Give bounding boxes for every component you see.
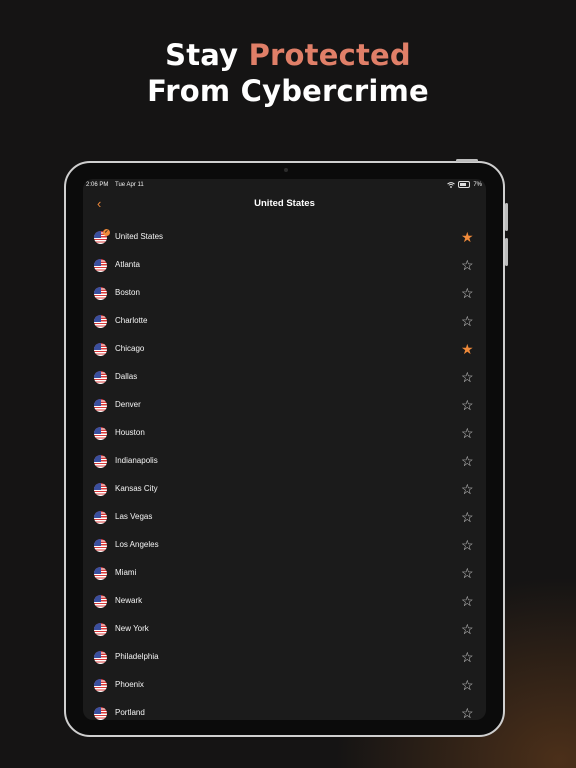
tablet-top-button [456, 159, 478, 162]
star-filled-icon[interactable]: ★ [461, 229, 474, 245]
star-outline-icon[interactable]: ☆ [461, 677, 474, 693]
status-date: Tue Apr 11 [115, 182, 144, 188]
location-name: Chicago [115, 344, 145, 353]
location-name: New York [115, 624, 149, 633]
location-row[interactable]: New York ☆ [83, 615, 486, 643]
location-row[interactable]: Atlanta ☆ [83, 251, 486, 279]
headline-text: Stay [165, 38, 249, 72]
page-title: United States [254, 198, 315, 209]
tablet-volume-down-button [505, 238, 508, 266]
star-outline-icon[interactable]: ☆ [461, 537, 474, 553]
app-screen: 2:06 PM Tue Apr 11 7% ‹ United States ✓ U… [83, 179, 486, 720]
location-name: Philadelphia [115, 652, 159, 661]
location-row[interactable]: Philadelphia ☆ [83, 643, 486, 671]
location-row[interactable]: Newark ☆ [83, 587, 486, 615]
location-name: United States [115, 232, 164, 241]
location-name: Los Angeles [115, 540, 159, 549]
location-row[interactable]: Charlotte ☆ [83, 307, 486, 335]
location-name: Newark [115, 596, 143, 605]
star-outline-icon[interactable]: ☆ [461, 593, 474, 609]
us-flag-icon [94, 595, 107, 608]
star-outline-icon[interactable]: ☆ [461, 705, 474, 720]
location-name: Portland [115, 708, 145, 717]
location-row[interactable]: Phoenix ☆ [83, 671, 486, 699]
star-outline-icon[interactable]: ☆ [461, 649, 474, 665]
status-right: 7% [447, 181, 482, 188]
us-flag-icon [94, 511, 107, 524]
location-row[interactable]: Denver ☆ [83, 391, 486, 419]
us-flag-icon [94, 539, 107, 552]
star-outline-icon[interactable]: ☆ [461, 285, 474, 301]
location-row[interactable]: Chicago ★ [83, 335, 486, 363]
location-name: Atlanta [115, 260, 140, 269]
us-flag-icon [94, 623, 107, 636]
wifi-icon [447, 181, 456, 188]
star-outline-icon[interactable]: ☆ [461, 369, 474, 385]
location-row[interactable]: ✓ United States ★ [83, 223, 486, 251]
navigation-bar: ‹ United States [83, 193, 486, 215]
us-flag-icon [94, 371, 107, 384]
battery-icon [458, 181, 471, 188]
us-flag-icon [94, 651, 107, 664]
camera-icon [284, 168, 288, 172]
us-flag-icon [94, 287, 107, 300]
headline-line-1: Stay Protected [0, 36, 576, 74]
star-outline-icon[interactable]: ☆ [461, 425, 474, 441]
connected-check-icon: ✓ [103, 229, 110, 236]
location-row[interactable]: Kansas City ☆ [83, 475, 486, 503]
us-flag-icon [94, 427, 107, 440]
star-outline-icon[interactable]: ☆ [461, 621, 474, 637]
location-row[interactable]: Indianapolis ☆ [83, 447, 486, 475]
us-flag-icon [94, 679, 107, 692]
location-row[interactable]: Los Angeles ☆ [83, 531, 486, 559]
battery-percent: 7% [473, 181, 482, 188]
location-row[interactable]: Miami ☆ [83, 559, 486, 587]
headline-accent-text: Protected [248, 38, 411, 72]
location-row[interactable]: Houston ☆ [83, 419, 486, 447]
location-row[interactable]: Dallas ☆ [83, 363, 486, 391]
star-outline-icon[interactable]: ☆ [461, 481, 474, 497]
us-flag-icon [94, 707, 107, 720]
star-outline-icon[interactable]: ☆ [461, 565, 474, 581]
status-time: 2:06 PM [86, 182, 109, 188]
location-name: Charlotte [115, 316, 148, 325]
location-name: Las Vegas [115, 512, 153, 521]
location-name: Indianapolis [115, 456, 158, 465]
star-outline-icon[interactable]: ☆ [461, 313, 474, 329]
location-name: Miami [115, 568, 137, 577]
location-row[interactable]: Las Vegas ☆ [83, 503, 486, 531]
star-outline-icon[interactable]: ☆ [461, 509, 474, 525]
star-outline-icon[interactable]: ☆ [461, 397, 474, 413]
us-flag-icon [94, 343, 107, 356]
headline-line-2: From Cybercrime [147, 74, 429, 108]
location-name: Dallas [115, 372, 138, 381]
location-name: Phoenix [115, 680, 144, 689]
star-filled-icon[interactable]: ★ [461, 341, 474, 357]
us-flag-icon [94, 259, 107, 272]
location-list: ✓ United States ★ Atlanta ☆ Boston ☆ Charlotte ☆… [83, 223, 486, 720]
us-flag-icon [94, 399, 107, 412]
us-flag-icon [94, 483, 107, 496]
star-outline-icon[interactable]: ☆ [461, 453, 474, 469]
location-row[interactable]: Portland ☆ [83, 699, 486, 720]
location-name: Boston [115, 288, 140, 297]
us-flag-icon [94, 455, 107, 468]
status-bar: 2:06 PM Tue Apr 11 7% [83, 179, 486, 193]
location-row[interactable]: Boston ☆ [83, 279, 486, 307]
us-flag-icon [94, 315, 107, 328]
location-name: Kansas City [115, 484, 158, 493]
tablet-volume-up-button [505, 203, 508, 231]
location-name: Denver [115, 400, 141, 409]
us-flag-icon [94, 567, 107, 580]
star-outline-icon[interactable]: ☆ [461, 257, 474, 273]
location-name: Houston [115, 428, 145, 437]
